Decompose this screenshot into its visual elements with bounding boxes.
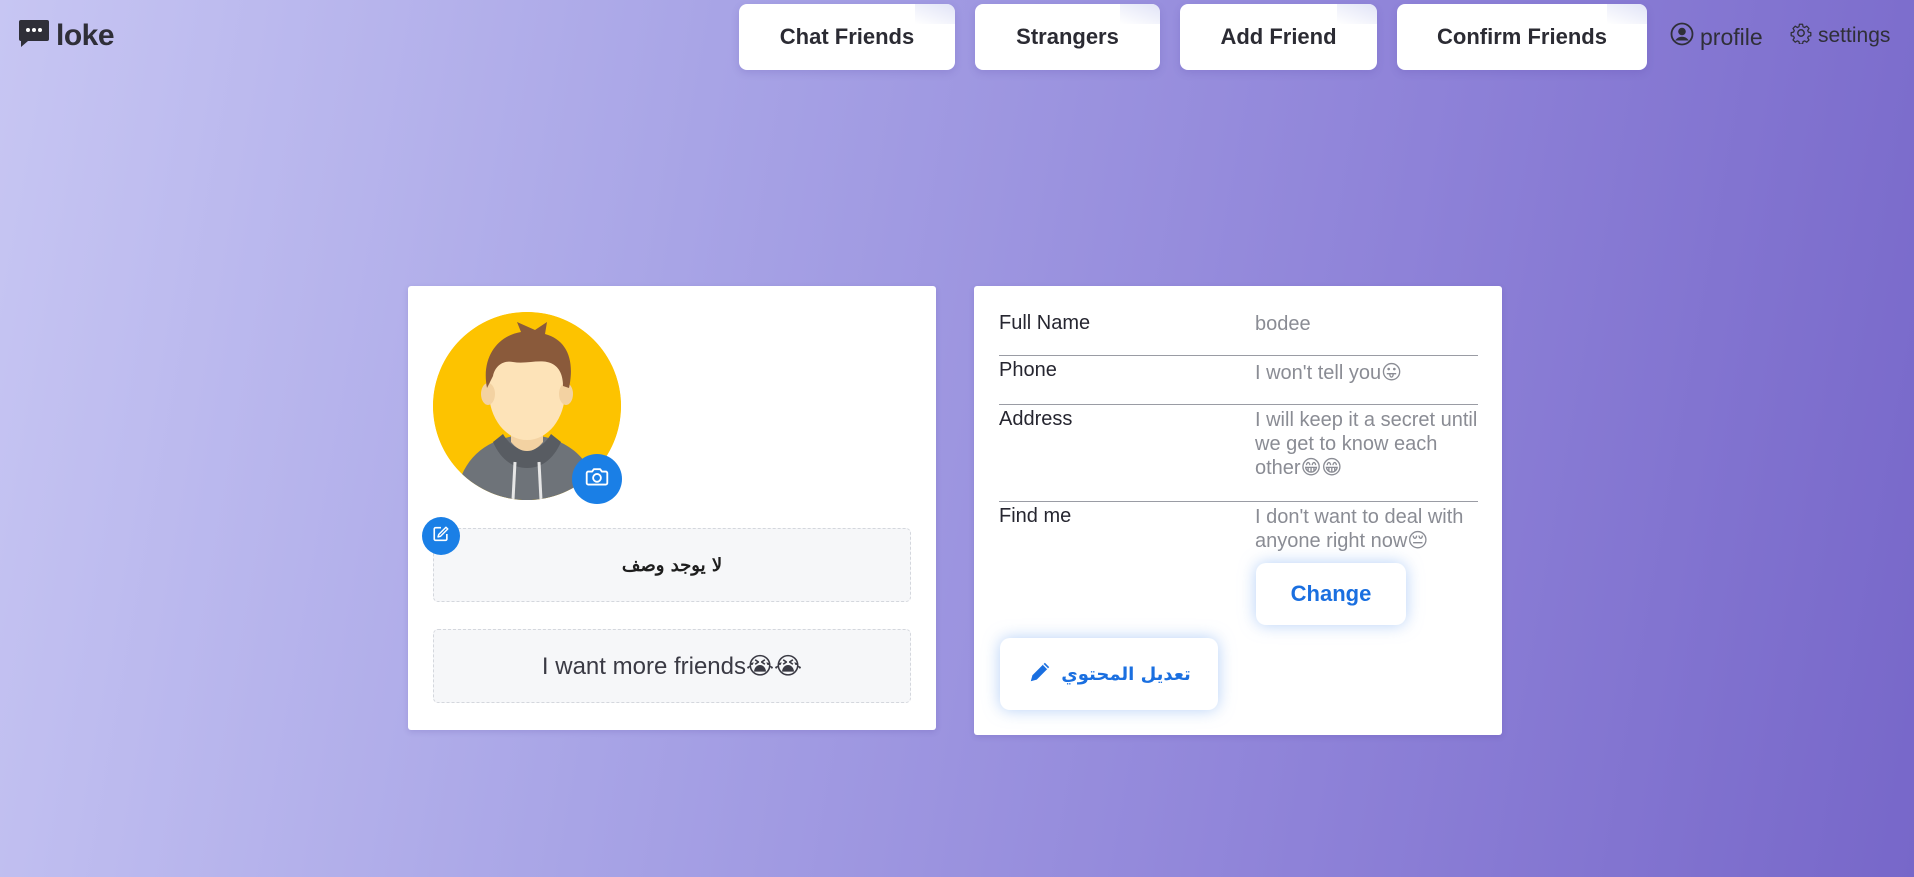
edit-icon bbox=[432, 525, 450, 548]
description-text: لا يوجد وصف bbox=[433, 528, 911, 602]
gear-icon bbox=[1790, 22, 1812, 50]
app-logo[interactable]: loke bbox=[18, 18, 115, 53]
edit-content-button[interactable]: تعديل المحتوي bbox=[1000, 638, 1218, 710]
settings-label: settings bbox=[1818, 24, 1891, 47]
app-name: loke bbox=[56, 18, 115, 52]
info-value: I won't tell you😛 bbox=[1255, 362, 1402, 384]
confirm-friends-button[interactable]: Confirm Friends bbox=[1397, 4, 1647, 70]
divider bbox=[999, 404, 1478, 405]
camera-icon bbox=[584, 464, 610, 495]
edit-content-label: تعديل المحتوي bbox=[1061, 663, 1191, 685]
pencil-icon bbox=[1027, 659, 1053, 690]
info-card: Full Name bodee Phone I won't tell you😛 … bbox=[974, 286, 1502, 735]
info-label: Phone bbox=[999, 359, 1057, 381]
change-photo-button[interactable] bbox=[572, 454, 622, 504]
divider bbox=[999, 501, 1478, 502]
edit-description-button[interactable] bbox=[422, 517, 460, 555]
user-circle-icon bbox=[1670, 22, 1694, 52]
info-value: I will keep it a secret until we get to … bbox=[1255, 409, 1478, 479]
status-text: I want more friends😭😭 bbox=[433, 629, 911, 703]
strangers-button[interactable]: Strangers bbox=[975, 4, 1160, 70]
profile-link[interactable]: profile bbox=[1670, 22, 1763, 52]
info-label: Find me bbox=[999, 505, 1072, 527]
info-value: I don't want to deal with anyone right n… bbox=[1255, 506, 1464, 552]
chat-bubble-icon bbox=[18, 18, 50, 53]
info-value: bodee bbox=[1255, 313, 1311, 335]
profile-card: لا يوجد وصف I want more friends😭😭 bbox=[408, 286, 936, 730]
add-friend-button[interactable]: Add Friend bbox=[1180, 4, 1377, 70]
profile-label: profile bbox=[1700, 23, 1763, 50]
info-label: Full Name bbox=[999, 312, 1091, 334]
divider bbox=[999, 355, 1478, 356]
change-button[interactable]: Change bbox=[1256, 563, 1406, 625]
settings-link[interactable]: settings bbox=[1790, 22, 1890, 50]
chat-friends-button[interactable]: Chat Friends bbox=[739, 4, 955, 70]
info-label: Address bbox=[999, 408, 1073, 430]
